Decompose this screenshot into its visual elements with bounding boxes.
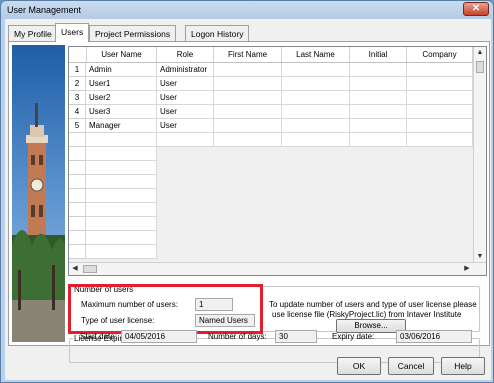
empty-row-header — [69, 175, 86, 189]
help-button[interactable]: Help — [441, 357, 485, 375]
cell-user-name[interactable] — [86, 189, 157, 203]
cell-user-name[interactable]: Manager — [86, 119, 157, 133]
cell-company[interactable] — [407, 133, 473, 147]
cell-user-name[interactable] — [86, 231, 157, 245]
column-header-last-name[interactable]: Last Name — [282, 47, 350, 63]
column-header-company[interactable]: Company — [407, 47, 473, 63]
user-management-window: User Management ✕ My Profile Users Proje… — [0, 0, 494, 383]
row-number: 2 — [69, 77, 86, 91]
users-tab-panel: User Name Role First Name Last Name Init… — [8, 41, 490, 363]
grid-vertical-scrollbar[interactable]: ▲ ▼ — [473, 47, 486, 263]
cell-user-name[interactable]: User1 — [86, 77, 157, 91]
scroll-left-icon[interactable]: ◀ — [69, 263, 81, 275]
expiry-date-field[interactable]: 03/06/2016 — [396, 330, 472, 343]
expiry-date-label: Expiry date: — [332, 332, 375, 341]
highlight-box — [68, 284, 263, 334]
number-of-days-field[interactable]: 30 — [275, 330, 317, 343]
cell-initial[interactable] — [350, 63, 407, 77]
column-header-role[interactable]: Role — [157, 47, 214, 63]
cell-user-name[interactable] — [86, 161, 157, 175]
cell-first-name[interactable] — [214, 77, 282, 91]
cell-user-name[interactable] — [86, 147, 157, 161]
start-date-field[interactable]: 04/05/2016 — [121, 330, 197, 343]
empty-row-header — [69, 231, 86, 245]
empty-row-header — [69, 161, 86, 175]
cell-initial[interactable] — [350, 133, 407, 147]
cell-user-name[interactable] — [86, 217, 157, 231]
row-number: 4 — [69, 105, 86, 119]
empty-row-header — [69, 217, 86, 231]
tab-my-profile[interactable]: My Profile — [8, 25, 58, 41]
cell-user-name[interactable]: User3 — [86, 105, 157, 119]
number-of-days-label: Number of days: — [208, 332, 267, 341]
empty-row-header — [69, 189, 86, 203]
empty-row-header — [69, 245, 86, 259]
close-button[interactable]: ✕ — [463, 2, 489, 16]
scroll-right-icon[interactable]: ▶ — [461, 263, 473, 275]
horizontal-scroll-thumb[interactable] — [83, 265, 97, 273]
cell-first-name[interactable] — [214, 63, 282, 77]
cell-role[interactable]: User — [157, 105, 214, 119]
row-number: 3 — [69, 91, 86, 105]
cell-first-name[interactable] — [214, 105, 282, 119]
cell-company[interactable] — [407, 105, 473, 119]
scroll-up-icon[interactable]: ▲ — [474, 47, 486, 59]
cell-company[interactable] — [407, 63, 473, 77]
cell-user-name[interactable]: Admin — [86, 63, 157, 77]
start-date-label: Start date: — [80, 332, 117, 341]
tab-project-permissions[interactable]: Project Permissions — [89, 25, 177, 41]
cell-initial[interactable] — [350, 105, 407, 119]
column-header-user-name[interactable]: User Name — [87, 47, 157, 63]
ok-button[interactable]: OK — [337, 357, 381, 375]
cell-company[interactable] — [407, 119, 473, 133]
cell-role[interactable]: User — [157, 119, 214, 133]
license-info-line2: use license file (RiskyProject.lic) from… — [272, 310, 462, 319]
cell-last-name[interactable] — [282, 91, 350, 105]
cell-last-name[interactable] — [282, 63, 350, 77]
license-info-line1: To update number of users and type of us… — [269, 300, 477, 309]
cell-role[interactable]: Administrator — [157, 63, 214, 77]
users-grid[interactable]: User Name Role First Name Last Name Init… — [68, 46, 487, 276]
clock-tower-image — [12, 45, 65, 342]
vertical-scroll-thumb[interactable] — [476, 61, 484, 73]
cell-user-name[interactable] — [86, 245, 157, 259]
cell-initial[interactable] — [350, 77, 407, 91]
cell-user-name[interactable] — [86, 175, 157, 189]
tab-logon-history[interactable]: Logon History — [185, 25, 250, 41]
empty-row-header — [69, 203, 86, 217]
cell-first-name[interactable] — [214, 91, 282, 105]
cell-user-name[interactable] — [86, 133, 157, 147]
cancel-button[interactable]: Cancel — [388, 357, 434, 375]
title-bar: User Management ✕ — [1, 1, 493, 19]
column-header-first-name[interactable]: First Name — [214, 47, 282, 63]
cell-first-name[interactable] — [214, 119, 282, 133]
cell-last-name[interactable] — [282, 77, 350, 91]
row-number — [69, 133, 86, 147]
cell-initial[interactable] — [350, 91, 407, 105]
cell-role[interactable] — [157, 133, 214, 147]
cell-last-name[interactable] — [282, 119, 350, 133]
cell-role[interactable]: User — [157, 91, 214, 105]
grid-horizontal-scrollbar[interactable]: ◀ ▶ — [69, 262, 486, 275]
window-title: User Management — [7, 5, 82, 15]
empty-row-header — [69, 147, 86, 161]
cell-last-name[interactable] — [282, 105, 350, 119]
cell-user-name[interactable] — [86, 203, 157, 217]
tab-users[interactable]: Users — [55, 23, 90, 42]
cell-role[interactable]: User — [157, 77, 214, 91]
row-number: 5 — [69, 119, 86, 133]
cell-last-name[interactable] — [282, 133, 350, 147]
dialog-client-area: My Profile Users Project Permissions Log… — [5, 19, 491, 380]
column-header-initial[interactable]: Initial — [350, 47, 407, 63]
row-number: 1 — [69, 63, 86, 77]
cell-initial[interactable] — [350, 119, 407, 133]
cell-company[interactable] — [407, 91, 473, 105]
cell-company[interactable] — [407, 77, 473, 91]
cell-user-name[interactable]: User2 — [86, 91, 157, 105]
grid-corner-header — [69, 47, 87, 63]
cell-first-name[interactable] — [214, 133, 282, 147]
